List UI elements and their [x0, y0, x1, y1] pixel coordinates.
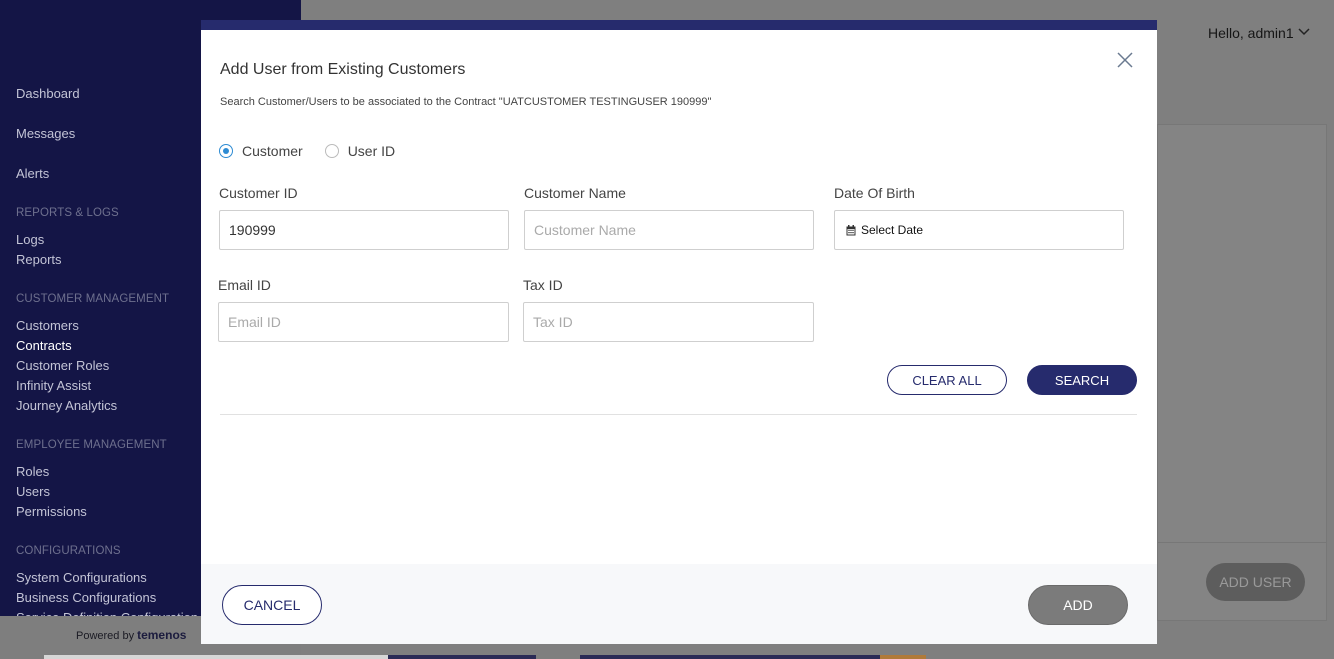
- sidebar-item-contracts[interactable]: Contracts: [16, 338, 72, 353]
- radio-customer-label: Customer: [242, 143, 303, 159]
- cancel-button[interactable]: CANCEL: [222, 585, 322, 625]
- user-greeting[interactable]: Hello, admin1: [1208, 25, 1294, 41]
- modal-footer: CANCEL ADD: [201, 564, 1157, 644]
- search-button[interactable]: SEARCH: [1027, 365, 1137, 395]
- sidebar-item-system-configurations[interactable]: System Configurations: [16, 570, 147, 585]
- search-type-radio-group: Customer User ID: [219, 143, 417, 159]
- bottom-strip: [580, 655, 880, 659]
- radio-user-id-label: User ID: [347, 143, 396, 159]
- sidebar-section-employee-header: EMPLOYEE MANAGEMENT: [16, 439, 167, 451]
- customer-id-label: Customer ID: [219, 185, 298, 201]
- date-of-birth-label: Date Of Birth: [834, 185, 915, 201]
- customer-name-label: Customer Name: [524, 185, 626, 201]
- customer-id-input[interactable]: [219, 210, 509, 250]
- sidebar-item-customers[interactable]: Customers: [16, 318, 79, 333]
- radio-user-id-circle[interactable]: [324, 144, 339, 158]
- sidebar-item-users[interactable]: Users: [16, 484, 50, 499]
- add-user-modal: Add User from Existing Customers Search …: [201, 20, 1157, 644]
- add-button[interactable]: ADD: [1028, 585, 1128, 625]
- bottom-strip: [880, 655, 926, 659]
- customer-name-input[interactable]: [524, 210, 814, 250]
- sidebar-item-logs[interactable]: Logs: [16, 232, 44, 247]
- tax-id-label: Tax ID: [523, 277, 563, 293]
- results-divider: [220, 414, 1137, 415]
- contract-panel-backdrop: [1157, 124, 1327, 621]
- brand-logo: temenos: [137, 628, 187, 642]
- sidebar-item-permissions[interactable]: Permissions: [16, 504, 87, 519]
- date-of-birth-value: Select Date: [861, 223, 924, 237]
- email-id-input[interactable]: [218, 302, 509, 342]
- close-icon[interactable]: [1116, 51, 1134, 69]
- sidebar-item-journey-analytics[interactable]: Journey Analytics: [16, 398, 117, 413]
- sidebar-item-roles[interactable]: Roles: [16, 464, 49, 479]
- bottom-strip: [44, 655, 388, 659]
- sidebar-section-config-header: CONFIGURATIONS: [16, 545, 121, 557]
- powered-by-text: Powered by: [76, 630, 135, 642]
- date-of-birth-picker[interactable]: Select Date: [834, 210, 1124, 250]
- sidebar-item-messages[interactable]: Messages: [16, 126, 75, 141]
- sidebar-section-reports-header: REPORTS & LOGS: [16, 207, 119, 219]
- sidebar-item-customer-roles[interactable]: Customer Roles: [16, 358, 109, 373]
- powered-by: Powered by temenos: [76, 628, 186, 642]
- add-user-button[interactable]: ADD USER: [1206, 563, 1305, 601]
- chevron-down-icon[interactable]: [1298, 27, 1310, 37]
- clear-all-button[interactable]: CLEAR ALL: [887, 365, 1007, 395]
- modal-title: Add User from Existing Customers: [220, 61, 466, 78]
- bottom-strip: [388, 655, 536, 659]
- sidebar-item-reports[interactable]: Reports: [16, 252, 62, 267]
- radio-customer-circle[interactable]: [219, 144, 233, 158]
- sidebar-item-dashboard[interactable]: Dashboard: [16, 86, 80, 101]
- modal-subtitle: Search Customer/Users to be associated t…: [220, 96, 712, 108]
- sidebar-item-infinity-assist[interactable]: Infinity Assist: [16, 378, 91, 393]
- sidebar-section-customer-header: CUSTOMER MANAGEMENT: [16, 293, 170, 305]
- tax-id-input[interactable]: [523, 302, 814, 342]
- radio-user-id[interactable]: User ID: [324, 143, 396, 159]
- sidebar-item-alerts[interactable]: Alerts: [16, 166, 49, 181]
- email-id-label: Email ID: [218, 277, 271, 293]
- panel-divider: [1157, 542, 1327, 543]
- radio-customer[interactable]: Customer: [219, 143, 303, 159]
- calendar-icon: [846, 224, 856, 235]
- sidebar-item-business-configurations[interactable]: Business Configurations: [16, 590, 156, 605]
